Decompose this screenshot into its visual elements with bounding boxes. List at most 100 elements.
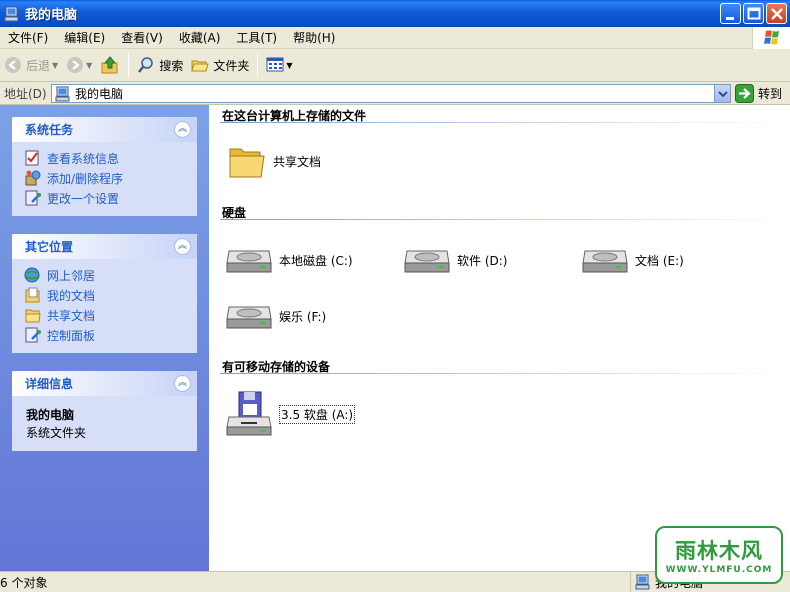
item-label: 软件 (D:) xyxy=(457,253,508,268)
menu-favorites[interactable]: 收藏(A) xyxy=(171,27,229,49)
folders-label: 文件夹 xyxy=(213,58,250,73)
task-view-system-info[interactable]: 查看系统信息 xyxy=(24,148,187,168)
details-name: 我的电脑 xyxy=(26,408,75,422)
network-places-icon xyxy=(24,267,40,283)
collapse-icon[interactable]: ︽ xyxy=(174,121,191,138)
place-control-panel[interactable]: 控制面板 xyxy=(24,325,187,345)
address-bar: 地址(D) 我的电脑 转到 xyxy=(0,82,790,105)
address-dropdown-button[interactable] xyxy=(714,85,730,102)
address-label: 地址(D) xyxy=(4,86,47,101)
search-button[interactable]: 搜索 xyxy=(133,51,187,79)
close-button[interactable] xyxy=(766,3,787,24)
group-divider xyxy=(220,373,790,374)
folder-icon xyxy=(229,148,265,178)
forward-dropdown-icon[interactable]: ▼ xyxy=(86,61,92,70)
search-icon xyxy=(138,57,154,73)
item-drive-e[interactable]: 文档 (E:) xyxy=(581,245,684,275)
my-documents-icon xyxy=(25,287,40,303)
watermark-url: WWW.YLMFU.COM xyxy=(665,565,773,575)
task-label: 查看系统信息 xyxy=(47,151,120,166)
task-label: 我的文档 xyxy=(47,288,96,303)
other-places-title: 其它位置 xyxy=(25,240,74,254)
maximize-icon xyxy=(747,7,761,20)
item-shared-documents[interactable]: 共享文档 xyxy=(227,141,321,181)
hard-disk-icon xyxy=(582,250,628,273)
floppy-drive-icon xyxy=(226,391,272,436)
content-area: 在这台计算机上存储的文件 共享文档 硬盘 本地磁盘 (C:) 软件 (D:) 文… xyxy=(209,105,790,571)
chevron-down-icon xyxy=(718,91,728,98)
details-type: 系统文件夹 xyxy=(26,426,87,440)
hard-disk-icon xyxy=(404,250,450,273)
menu-help[interactable]: 帮助(H) xyxy=(285,27,343,49)
status-object-count: 6 个对象 xyxy=(0,575,48,590)
task-add-remove-programs[interactable]: 添加/删除程序 xyxy=(24,168,187,188)
place-shared-documents[interactable]: 共享文档 xyxy=(24,305,187,325)
menu-file[interactable]: 文件(F) xyxy=(0,27,56,49)
views-button[interactable]: ▼ xyxy=(262,51,296,79)
forward-button[interactable]: ▼ xyxy=(62,51,96,79)
place-network[interactable]: 网上邻居 xyxy=(24,265,187,285)
folders-icon xyxy=(191,60,210,72)
title-bar[interactable]: 我的电脑 xyxy=(0,0,790,27)
back-button[interactable]: 后退 ▼ xyxy=(0,51,62,79)
folder-icon xyxy=(25,309,41,323)
system-tasks-header[interactable]: 系统任务 ︽ xyxy=(12,117,197,142)
control-panel-icon xyxy=(25,327,41,343)
menu-view[interactable]: 查看(V) xyxy=(113,27,171,49)
system-info-icon xyxy=(25,150,39,166)
other-places-header[interactable]: 其它位置 ︽ xyxy=(12,234,197,259)
go-button[interactable]: 转到 xyxy=(735,83,782,104)
item-label: 本地磁盘 (C:) xyxy=(279,253,353,268)
item-floppy-a[interactable]: 3.5 软盘 (A:) xyxy=(225,391,356,437)
search-label: 搜索 xyxy=(159,58,184,73)
back-arrow-icon xyxy=(5,57,21,73)
minimize-button[interactable] xyxy=(720,3,741,24)
group-divider xyxy=(220,122,790,123)
toolbar: 后退 ▼ ▼ 搜索 文件夹 ▼ xyxy=(0,49,790,82)
close-icon xyxy=(771,8,783,20)
my-computer-icon xyxy=(55,86,70,101)
task-change-setting[interactable]: 更改一个设置 xyxy=(24,188,187,208)
item-label: 3.5 软盘 (A:) xyxy=(279,404,356,424)
address-value: 我的电脑 xyxy=(75,87,124,101)
item-drive-d[interactable]: 软件 (D:) xyxy=(403,245,507,275)
toolbar-separator xyxy=(128,53,130,77)
group-divider xyxy=(220,219,790,220)
up-button[interactable] xyxy=(96,51,124,79)
task-pane: 系统任务 ︽ 查看系统信息 添加/删除程序 更改一个设置 其它位置 ︽ 网上邻居… xyxy=(0,105,209,571)
details-panel: 详细信息 ︽ 我的电脑 系统文件夹 xyxy=(12,371,197,451)
system-tasks-panel: 系统任务 ︽ 查看系统信息 添加/删除程序 更改一个设置 xyxy=(12,117,197,216)
hard-disk-icon xyxy=(226,306,272,329)
item-drive-f[interactable]: 娱乐 (F:) xyxy=(225,301,326,331)
folder-up-icon xyxy=(101,56,118,74)
place-my-documents[interactable]: 我的文档 xyxy=(24,285,187,305)
item-label: 共享文档 xyxy=(273,154,322,169)
menu-edit[interactable]: 编辑(E) xyxy=(56,27,113,49)
task-label: 添加/删除程序 xyxy=(47,171,124,186)
forward-arrow-icon xyxy=(67,57,84,73)
collapse-icon[interactable]: ︽ xyxy=(174,238,191,255)
go-label: 转到 xyxy=(758,87,783,101)
menu-bar: 文件(F) 编辑(E) 查看(V) 收藏(A) 工具(T) 帮助(H) xyxy=(0,27,790,49)
collapse-icon[interactable]: ︽ xyxy=(174,375,191,392)
go-arrow-icon xyxy=(735,84,754,103)
windows-logo-icon xyxy=(752,27,790,49)
hard-disk-icon xyxy=(226,250,272,273)
details-header[interactable]: 详细信息 ︽ xyxy=(12,371,197,396)
watermark-brand: 雨林木风 xyxy=(675,539,763,563)
system-tasks-title: 系统任务 xyxy=(25,123,74,137)
maximize-button[interactable] xyxy=(743,3,764,24)
address-field[interactable]: 我的电脑 xyxy=(51,84,731,103)
views-dropdown-icon[interactable]: ▼ xyxy=(286,61,292,70)
back-dropdown-icon[interactable]: ▼ xyxy=(52,61,58,70)
item-label: 娱乐 (F:) xyxy=(279,309,327,324)
views-icon xyxy=(266,57,284,72)
other-places-panel: 其它位置 ︽ 网上邻居 我的文档 共享文档 控制面板 xyxy=(12,234,197,353)
change-setting-icon xyxy=(25,190,41,206)
menu-tools[interactable]: 工具(T) xyxy=(228,27,285,49)
watermark-logo: 雨林木风 WWW.YLMFU.COM xyxy=(655,526,783,584)
folders-button[interactable]: 文件夹 xyxy=(187,51,253,79)
minimize-icon xyxy=(726,17,734,20)
item-drive-c[interactable]: 本地磁盘 (C:) xyxy=(225,245,353,275)
details-title: 详细信息 xyxy=(25,377,74,391)
